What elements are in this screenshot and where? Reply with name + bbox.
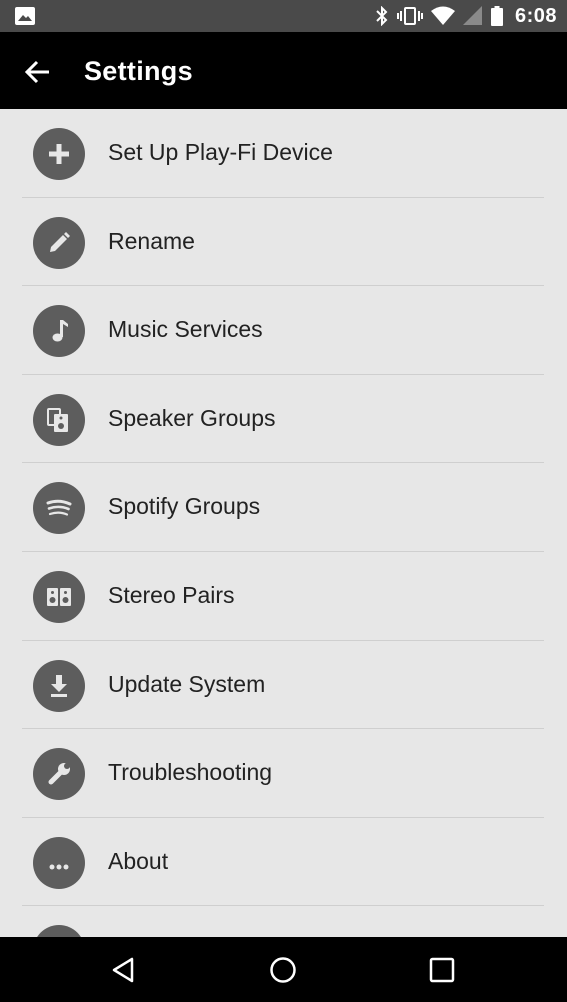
pencil-icon [33, 216, 85, 269]
settings-item-about[interactable]: About [22, 818, 544, 907]
settings-item-label: Speaker Groups [108, 404, 276, 431]
settings-item-label: Update System [108, 670, 266, 697]
app-bar: Settings [0, 32, 567, 109]
home-circle-icon[interactable] [267, 954, 299, 986]
settings-item-rename[interactable]: Rename [22, 198, 544, 287]
speaker-group-icon [33, 393, 85, 446]
image-icon [15, 7, 35, 25]
bluetooth-icon [376, 6, 388, 26]
settings-item-spotify-groups[interactable]: Spotify Groups [22, 463, 544, 552]
settings-list: Set Up Play-Fi Device Rename Music Servi… [22, 109, 544, 937]
settings-item-label: Rename [108, 227, 195, 254]
music-note-icon [33, 305, 85, 358]
status-time: 6:08 [514, 4, 557, 27]
vibrate-icon [396, 7, 423, 25]
settings-item-stereo-pairs[interactable]: Stereo Pairs [22, 552, 544, 641]
settings-item-label: Spotify Groups [108, 493, 261, 520]
system-nav-bar [0, 937, 567, 1002]
wifi-icon [430, 6, 455, 25]
settings-item-label: Troubleshooting [108, 759, 273, 786]
settings-item-label: About [108, 847, 169, 874]
signal-icon [462, 6, 482, 25]
settings-content: Set Up Play-Fi Device Rename Music Servi… [0, 109, 567, 937]
recents-square-icon[interactable] [426, 954, 458, 986]
settings-item-troubleshooting[interactable]: Troubleshooting [22, 729, 544, 818]
settings-item-update-system[interactable]: Update System [22, 641, 544, 730]
settings-item-label: Set Up Play-Fi Device [108, 139, 333, 165]
settings-item-label: Stereo Pairs [108, 581, 235, 608]
status-icons: 6:08 [375, 0, 557, 32]
settings-item-music-services[interactable]: Music Services [22, 286, 544, 375]
settings-item-label: Music Services [108, 316, 263, 343]
page-title: Settings [84, 56, 193, 86]
settings-item-partial[interactable] [22, 906, 544, 937]
download-icon [33, 659, 85, 712]
wrench-icon [33, 748, 85, 801]
settings-item-set-up-device[interactable]: Set Up Play-Fi Device [22, 109, 544, 198]
settings-item-speaker-groups[interactable]: Speaker Groups [22, 375, 544, 464]
spotify-icon [33, 482, 85, 535]
partial-item-icon [33, 925, 85, 937]
arrow-left-icon[interactable] [18, 52, 58, 92]
battery-icon [490, 6, 503, 26]
more-dots-icon [33, 836, 85, 889]
back-triangle-icon[interactable] [108, 954, 140, 986]
status-bar: 6:08 [0, 0, 567, 32]
plus-icon [33, 128, 85, 180]
stereo-pair-icon [33, 570, 85, 623]
